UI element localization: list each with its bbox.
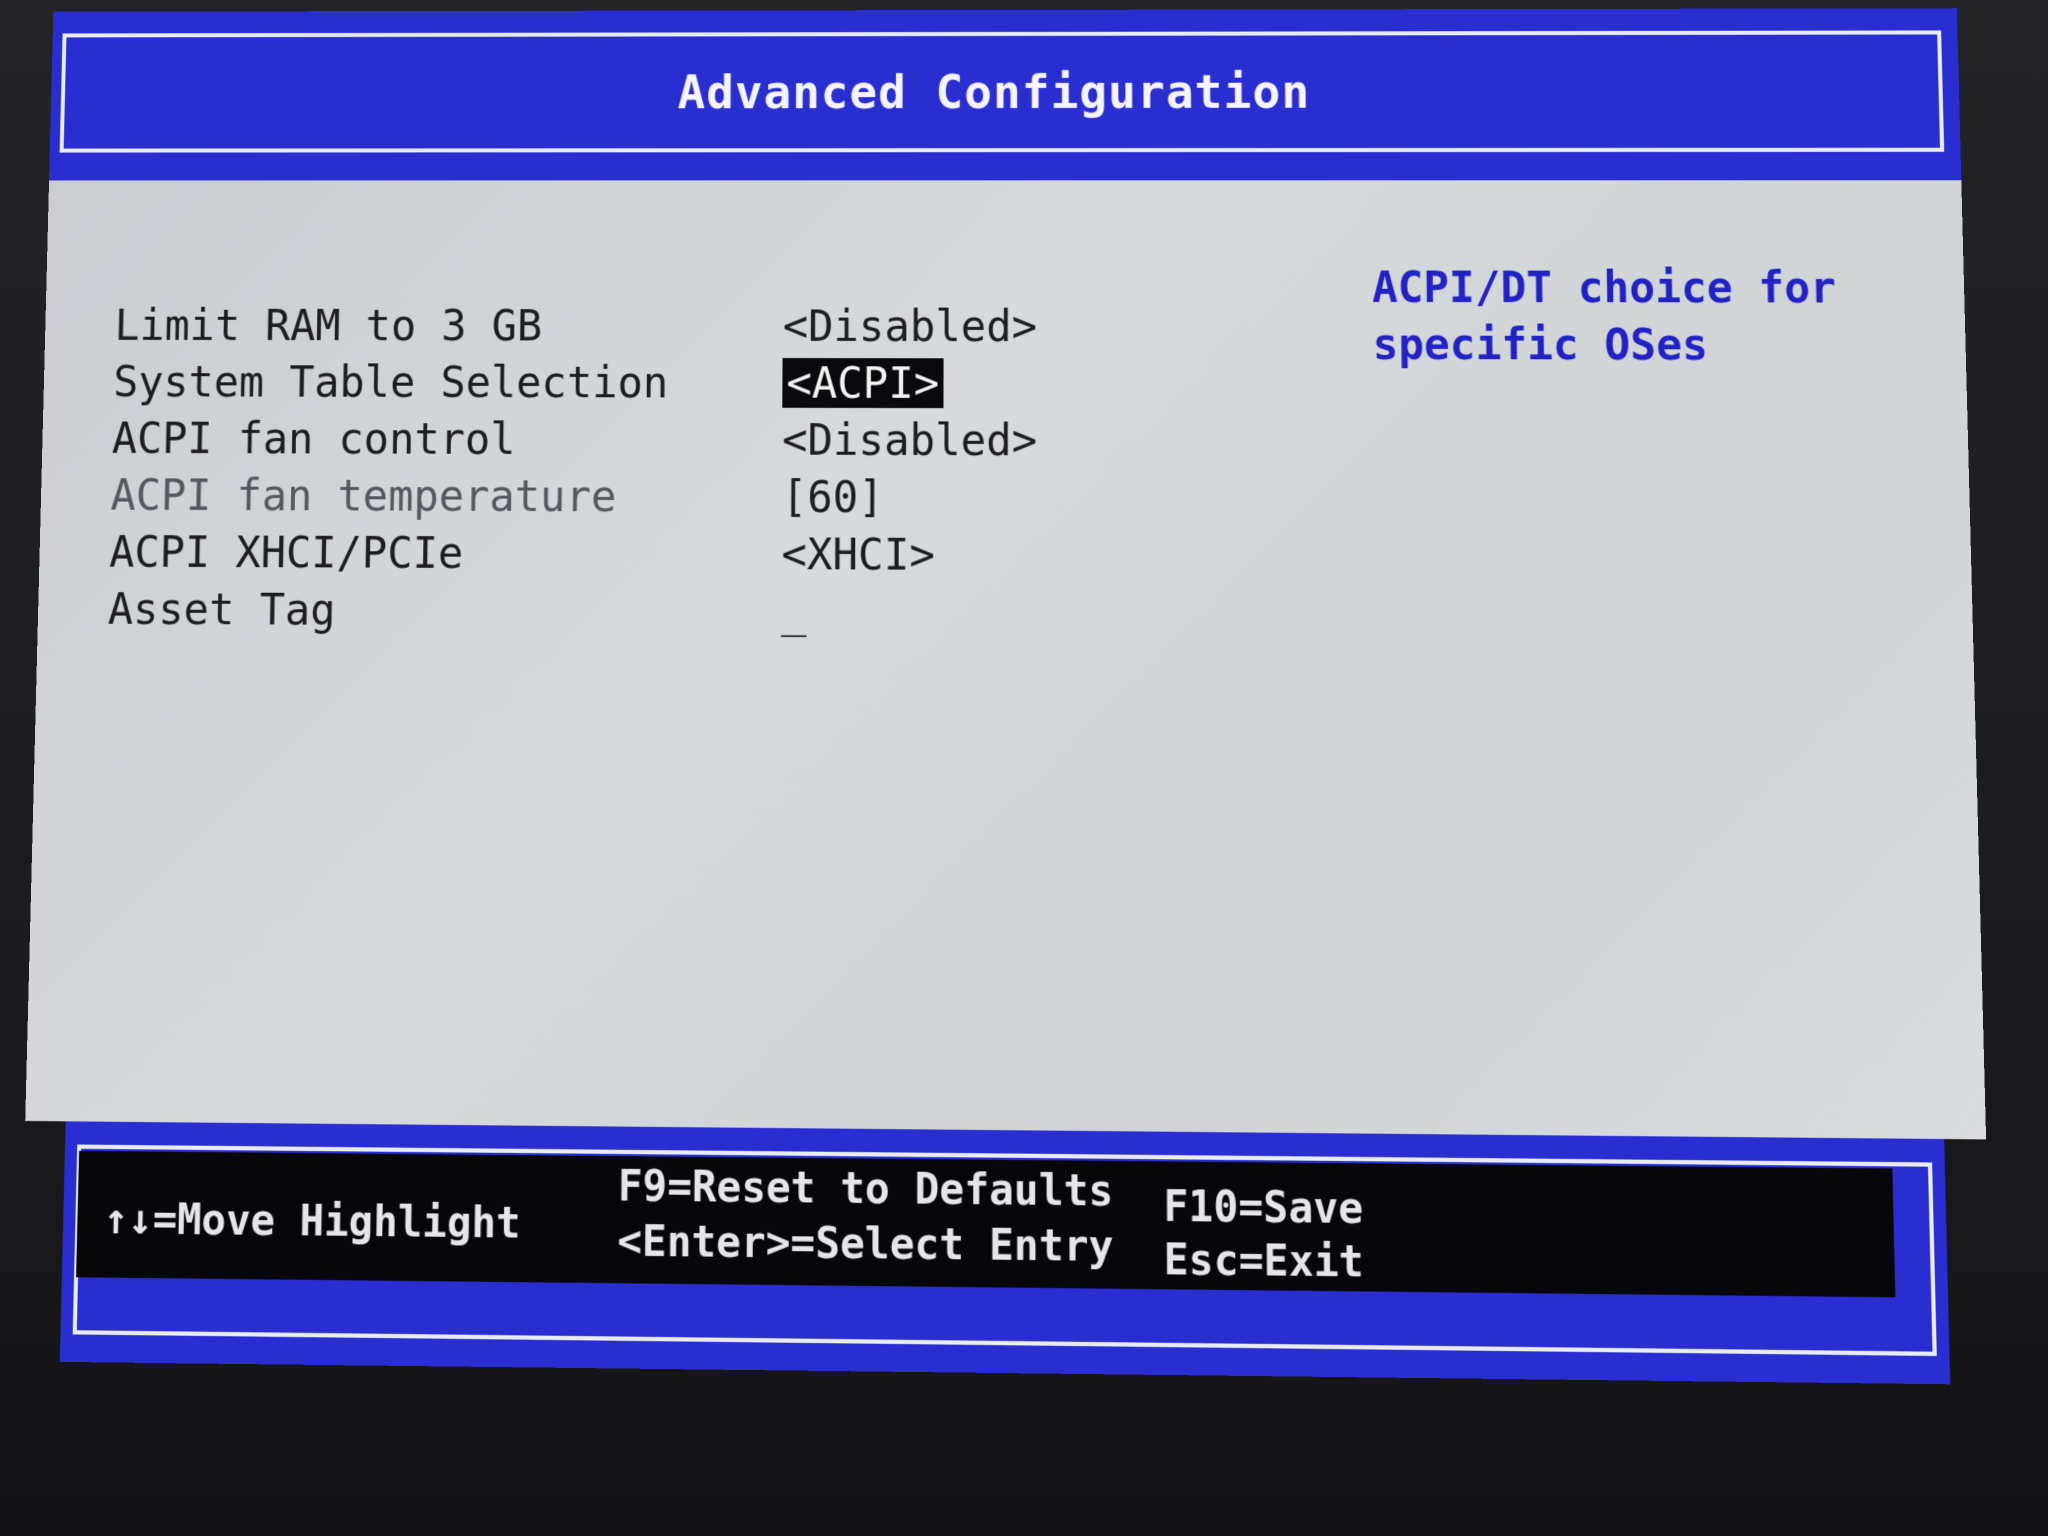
footer-bar: ↑↓=Move Highlight F9=Reset to Defaults <… <box>59 1121 1951 1385</box>
title-bar: Advanced Configuration <box>49 8 1962 181</box>
key-hints-panel: ↑↓=Move Highlight F9=Reset to Defaults <… <box>76 1150 1896 1298</box>
setting-label: Asset Tag <box>107 583 337 635</box>
help-description: ACPI/DT choice for specific OSes <box>1371 262 1837 370</box>
setting-row-limit-ram[interactable]: Limit RAM to 3 GB <Disabled> <box>114 301 1318 357</box>
setting-row-system-table-selection[interactable]: System Table Selection <ACPI> <box>113 357 1319 414</box>
reset-defaults-hint: F9=Reset to Defaults <box>617 1162 1114 1217</box>
setting-label: ACPI XHCI/PCIe <box>108 526 464 579</box>
setting-row-asset-tag[interactable]: Asset Tag _ <box>107 584 1320 645</box>
title-frame: Advanced Configuration <box>59 30 1945 153</box>
setting-value[interactable]: <Disabled> <box>783 301 1038 351</box>
setting-row-acpi-fan-control[interactable]: ACPI fan control <Disabled> <box>111 413 1319 471</box>
setting-value-selected[interactable]: <ACPI> <box>782 358 944 409</box>
setting-label: ACPI fan control <box>111 413 516 465</box>
monitor-screen: Advanced Configuration Limit RAM to 3 GB… <box>0 0 2048 1536</box>
page-title: Advanced Configuration <box>677 64 1311 120</box>
setting-value: [60] <box>781 471 884 523</box>
exit-hint: Esc=Exit <box>1163 1235 1365 1288</box>
setting-label: ACPI fan temperature <box>110 470 617 522</box>
settings-panel: Limit RAM to 3 GB <Disabled> System Tabl… <box>25 180 1987 1140</box>
setting-row-acpi-fan-temperature: ACPI fan temperature [60] <box>110 470 1319 529</box>
bios-setup-window: Advanced Configuration Limit RAM to 3 GB… <box>19 8 1992 1385</box>
save-hint: F10=Save <box>1163 1182 1364 1234</box>
setting-value[interactable]: <Disabled> <box>782 415 1037 466</box>
move-highlight-hint: ↑↓=Move Highlight <box>103 1195 521 1249</box>
select-entry-hint: <Enter>=Select Entry <box>617 1217 1114 1272</box>
asset-tag-input[interactable]: _ <box>781 587 807 637</box>
setting-value[interactable]: <XHCI> <box>781 529 935 580</box>
setting-row-acpi-xhci-pcie[interactable]: ACPI XHCI/PCIe <XHCI> <box>109 527 1320 587</box>
setting-label: System Table Selection <box>112 356 669 408</box>
setting-label: Limit RAM to 3 GB <box>114 300 543 351</box>
